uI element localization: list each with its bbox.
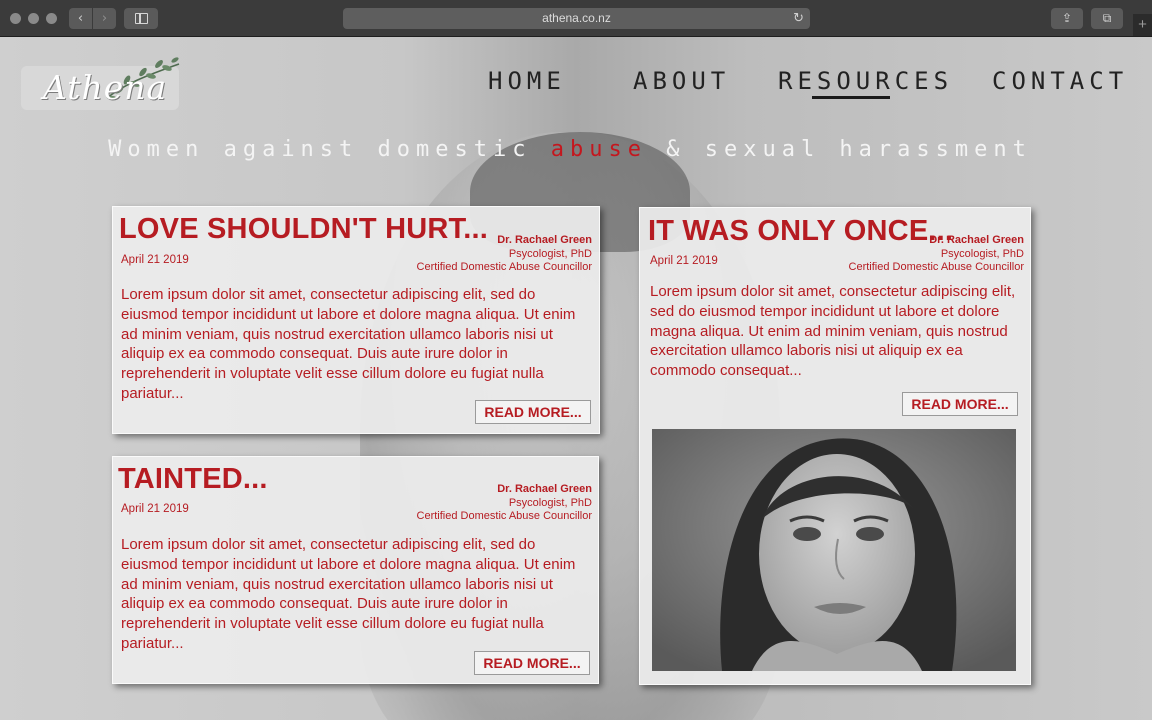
zoom-window-button[interactable]	[46, 13, 57, 24]
browser-toolbar: ‹ › athena.co.nz ↻ ⇪ ⧉ +	[0, 0, 1152, 37]
nav-contact[interactable]: CONTACT	[992, 67, 1128, 95]
nav-active-indicator	[812, 96, 890, 99]
sidebar-icon	[135, 13, 148, 24]
article-photo	[652, 429, 1016, 671]
article-card: IT WAS ONLY ONCE... Dr. Rachael Green Ps…	[639, 207, 1031, 685]
reload-icon[interactable]: ↻	[793, 8, 804, 29]
nav-about[interactable]: ABOUT	[633, 67, 730, 95]
tagline: Women against domestic abuse & sexual ha…	[0, 137, 1140, 162]
portrait-illustration	[652, 429, 1016, 671]
show-tabs-button[interactable]: ⧉	[1091, 8, 1123, 29]
article-author: Dr. Rachael Green Psycologist, PhD Certi…	[849, 234, 1024, 275]
article-card: TAINTED... Dr. Rachael Green Psycologist…	[112, 456, 599, 684]
author-name: Dr. Rachael Green	[929, 234, 1024, 246]
author-name: Dr. Rachael Green	[497, 483, 592, 495]
share-button[interactable]: ⇪	[1051, 8, 1083, 29]
tagline-end: & sexual harassment	[646, 137, 1032, 162]
article-excerpt: Lorem ipsum dolor sit amet, consectetur …	[650, 283, 1016, 380]
article-excerpt: Lorem ipsum dolor sit amet, consectetur …	[121, 286, 576, 402]
tagline-start: Women against domestic	[108, 137, 551, 162]
article-author: Dr. Rachael Green Psycologist, PhD Certi…	[417, 234, 592, 275]
author-name: Dr. Rachael Green	[497, 234, 592, 246]
read-more-button[interactable]: READ MORE...	[902, 392, 1018, 416]
minimize-window-button[interactable]	[28, 13, 39, 24]
article-excerpt: Lorem ipsum dolor sit amet, consectetur …	[121, 536, 576, 652]
site-logo[interactable]: Athena	[21, 54, 181, 112]
author-certification: Certified Domestic Abuse Councillor	[416, 261, 592, 273]
tabs-icon: ⧉	[1102, 11, 1112, 25]
author-role: Psycologist, PhD	[508, 496, 592, 509]
author-certification: Certified Domestic Abuse Councillor	[848, 261, 1024, 273]
author-role: Psycologist, PhD	[508, 247, 592, 260]
article-date: April 21 2019	[121, 503, 189, 515]
share-icon: ⇪	[1061, 11, 1073, 25]
author-role: Psycologist, PhD	[940, 247, 1024, 260]
logo-wordmark: Athena	[43, 68, 168, 107]
article-card: LOVE SHOULDN'T HURT... Dr. Rachael Green…	[112, 206, 600, 434]
close-window-button[interactable]	[10, 13, 21, 24]
read-more-button[interactable]: READ MORE...	[475, 400, 591, 424]
read-more-button[interactable]: READ MORE...	[474, 651, 590, 675]
forward-button[interactable]: ›	[93, 8, 116, 29]
article-author: Dr. Rachael Green Psycologist, PhD Certi…	[417, 483, 592, 524]
new-tab-button[interactable]: +	[1133, 14, 1152, 36]
nav-resources[interactable]: RESOURCES	[778, 67, 953, 95]
tagline-highlight: abuse	[550, 137, 647, 162]
web-page: Athena HOME ABOUT RESOURCES CONTACT Wome…	[0, 37, 1152, 720]
back-button[interactable]: ‹	[69, 8, 92, 29]
address-bar[interactable]: athena.co.nz ↻	[343, 8, 810, 29]
url-text: athena.co.nz	[542, 11, 611, 25]
article-date: April 21 2019	[121, 254, 189, 266]
article-date: April 21 2019	[650, 255, 718, 267]
article-title[interactable]: TAINTED...	[118, 463, 268, 496]
author-certification: Certified Domestic Abuse Councillor	[416, 510, 592, 522]
sidebar-toggle-button[interactable]	[124, 8, 158, 29]
nav-home[interactable]: HOME	[488, 67, 566, 95]
